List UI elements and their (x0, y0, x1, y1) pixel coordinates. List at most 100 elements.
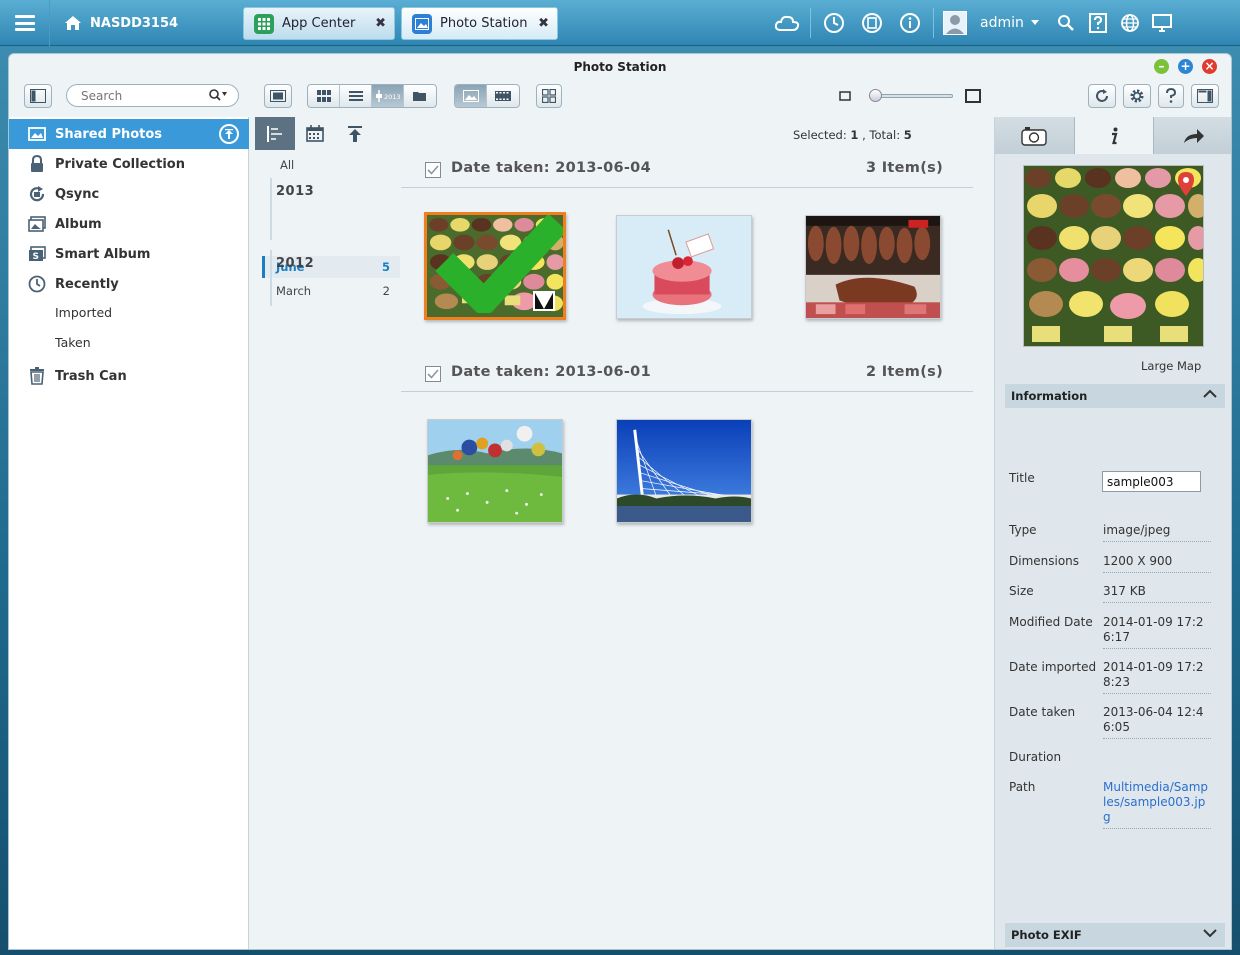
toggle-info-panel-button[interactable] (1191, 84, 1219, 108)
close-window-icon[interactable]: × (1202, 59, 1217, 74)
slideshow-button[interactable] (264, 84, 292, 108)
thumbnail-size-slider[interactable] (839, 88, 981, 104)
multi-select-button[interactable] (536, 84, 562, 108)
upload-icon[interactable] (219, 124, 239, 144)
photo-menu-button[interactable] (533, 291, 555, 311)
sidebar: Shared Photos Private Collection Qsync A… (9, 117, 249, 949)
album-icon (27, 214, 47, 234)
sidebar-item-qsync[interactable]: Qsync (9, 179, 249, 209)
tab-scroll-top[interactable] (335, 117, 375, 150)
info-label: Title (1009, 471, 1035, 485)
timeline-month-march[interactable]: March 2 (262, 280, 400, 302)
search-icon[interactable] (1050, 0, 1082, 46)
main-menu-button[interactable] (0, 0, 50, 46)
timeline-view-button[interactable]: 2013 (372, 85, 404, 107)
sidebar-item-imported[interactable]: Imported (55, 305, 112, 320)
info-panel-tabs (995, 117, 1231, 154)
chevron-down-icon (1203, 929, 1217, 938)
sidebar-item-recently[interactable]: Recently (9, 269, 249, 299)
svg-text:S: S (33, 252, 39, 262)
timeline-year[interactable]: 2013 (276, 184, 314, 199)
section-title: Photo EXIF (1011, 928, 1082, 942)
sidebar-item-smart-album[interactable]: S Smart Album (9, 239, 249, 269)
group-select-checkbox[interactable] (425, 162, 441, 178)
photo-thumbnail[interactable] (427, 419, 563, 523)
settings-button[interactable] (1123, 84, 1151, 108)
info-label: Size (1009, 584, 1034, 598)
nas-name: NASDD3154 (90, 15, 179, 31)
date-group-header: Date taken: 2013-06-01 2 Item(s) (401, 354, 973, 392)
info-value-date-imported: 2014-01-09 17:28:23 (1103, 660, 1211, 694)
title-field[interactable] (1102, 471, 1201, 492)
monitor-icon[interactable] (1146, 0, 1178, 46)
tab-calendar[interactable] (295, 117, 335, 150)
film-icon (495, 91, 511, 101)
photo-thumbnail[interactable] (616, 419, 752, 523)
close-tab-icon[interactable]: ✖ (538, 16, 549, 31)
info-icon[interactable] (891, 0, 929, 46)
info-label: Duration (1009, 750, 1062, 764)
thumbnail-view-button[interactable] (308, 85, 340, 107)
maximize-icon[interactable]: + (1178, 59, 1193, 74)
sidebar-item-shared-photos[interactable]: Shared Photos (9, 119, 249, 149)
folder-view-button[interactable] (404, 85, 436, 107)
photo-thumbnail[interactable] (424, 212, 566, 320)
list-view-button[interactable] (340, 85, 372, 107)
group-select-checkbox[interactable] (425, 366, 441, 382)
refresh-button[interactable] (1088, 84, 1116, 108)
home-button[interactable]: NASDD3154 (50, 0, 240, 46)
sidebar-item-private-collection[interactable]: Private Collection (9, 149, 249, 179)
balloons-photo (428, 420, 562, 522)
photo-station-window: Photo Station – + × 2013 (8, 53, 1232, 950)
tab-photo-station[interactable]: Photo Station ✖ (401, 7, 558, 40)
user-avatar-icon[interactable] (938, 0, 972, 46)
photo-thumbnail[interactable] (616, 215, 752, 319)
sidebar-item-trash-can[interactable]: Trash Can (9, 361, 249, 391)
check-icon (427, 165, 439, 175)
tab-timeline[interactable] (255, 117, 295, 150)
tab-share[interactable] (1154, 117, 1231, 154)
timeline-icon (267, 125, 282, 142)
username[interactable]: admin (980, 15, 1024, 31)
information-section-header[interactable]: Information (1005, 384, 1225, 408)
video-display-button[interactable] (487, 85, 519, 107)
timeline-all[interactable]: All (280, 158, 294, 172)
sidebar-item-album[interactable]: Album (9, 209, 249, 239)
photo-preview[interactable] (1023, 165, 1204, 347)
minimize-icon[interactable]: – (1154, 59, 1169, 74)
sidebar-item-label: Smart Album (55, 246, 151, 262)
chevron-down-icon[interactable] (1030, 19, 1040, 27)
slider-handle[interactable] (869, 89, 882, 102)
exif-section-header[interactable]: Photo EXIF (1005, 923, 1225, 947)
search-input[interactable] (81, 88, 201, 104)
tab-information[interactable] (1074, 117, 1155, 154)
search-box[interactable] (66, 84, 239, 107)
timeline-year[interactable]: 2012 (276, 256, 314, 271)
info-value-path-link[interactable]: Multimedia/Samples/sample003.jpg (1103, 780, 1211, 829)
timeline-icon: 2013 (375, 90, 400, 102)
info-value-date-taken: 2013-06-04 12:46:05 (1103, 705, 1211, 739)
help-button[interactable] (1158, 84, 1184, 108)
group-title: Date taken: 2013-06-04 (451, 160, 651, 176)
photo-thumbnail[interactable] (805, 215, 941, 319)
search-options-icon[interactable] (208, 88, 228, 102)
app-center-icon (254, 13, 274, 34)
cloud-icon[interactable] (768, 0, 806, 46)
sidebar-item-taken[interactable]: Taken (55, 335, 91, 350)
smart-album-icon: S (27, 244, 47, 264)
close-tab-icon[interactable]: ✖ (375, 16, 386, 31)
photo-display-button[interactable] (455, 85, 487, 107)
display-mode-group (454, 84, 520, 108)
tab-preview[interactable] (995, 117, 1075, 154)
clock-icon[interactable] (815, 0, 853, 46)
large-map-link[interactable]: Large Map (1141, 359, 1201, 373)
toggle-sidebar-button[interactable] (24, 84, 52, 108)
taskbar: NASDD3154 App Center ✖ Photo Station ✖ a… (0, 0, 1240, 46)
info-label: Dimensions (1009, 554, 1080, 568)
globe-icon[interactable] (1114, 0, 1146, 46)
home-icon (65, 16, 81, 30)
tab-app-center[interactable]: App Center ✖ (243, 7, 395, 40)
date-group-header: Date taken: 2013-06-04 3 Item(s) (401, 150, 973, 188)
sync-icon[interactable] (853, 0, 891, 46)
help-icon[interactable] (1082, 0, 1114, 46)
